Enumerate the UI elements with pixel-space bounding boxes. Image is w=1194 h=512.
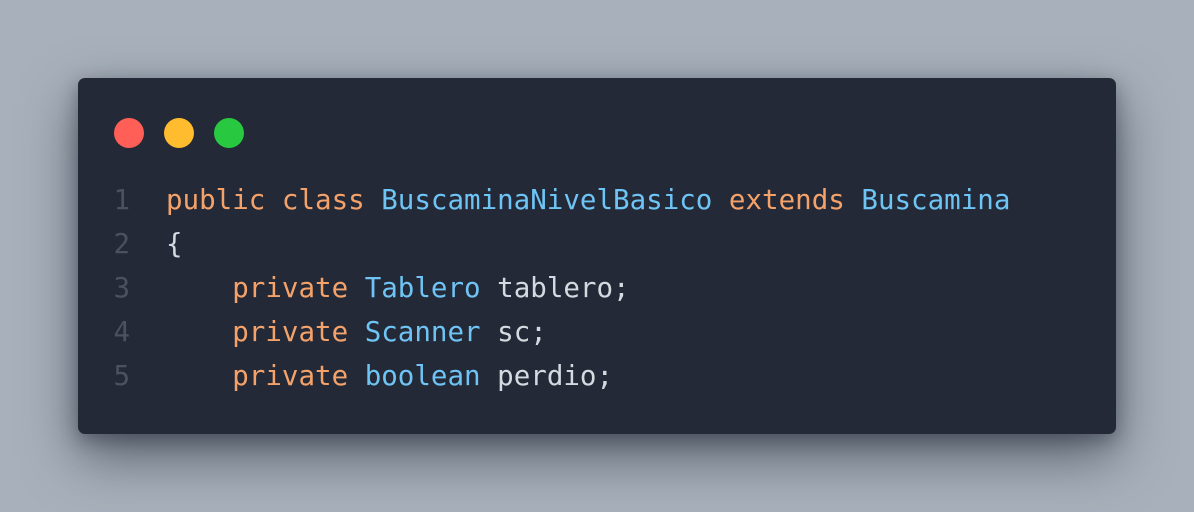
code-line-content: private Scanner sc; — [166, 310, 547, 354]
line-number: 2 — [113, 228, 130, 260]
code-token-keyword: private — [166, 316, 365, 348]
line-number: 3 — [113, 272, 130, 304]
code-line: 2{ — [78, 222, 1116, 266]
code-line-content: private boolean perdio; — [166, 354, 613, 398]
code-line: 4 private Scanner sc; — [78, 310, 1116, 354]
code-token-identifier: { — [166, 228, 183, 260]
code-line: 5 private boolean perdio; — [78, 354, 1116, 398]
code-token-type: Buscamina — [861, 184, 1011, 216]
code-token-keyword: private — [166, 360, 365, 392]
code-token-identifier: perdio; — [480, 360, 614, 392]
line-number: 4 — [113, 316, 130, 348]
minimize-button[interactable] — [164, 118, 194, 148]
code-line: 1 public class BuscaminaNivelBasico exten… — [78, 178, 1116, 222]
code-line-content: public class BuscaminaNivelBasico extend… — [166, 178, 1010, 222]
close-button[interactable] — [114, 118, 144, 148]
code-token-type: BuscaminaNivelBasico — [381, 184, 713, 216]
code-line: 3 private Tablero tablero; — [78, 266, 1116, 310]
code-line-content: { — [166, 222, 183, 266]
code-token-identifier: tablero; — [480, 272, 630, 304]
code-token-type: Tablero — [364, 272, 481, 304]
code-token-keyword: extends — [712, 184, 862, 216]
code-token-keyword: private — [166, 272, 365, 304]
code-line-content: private Tablero tablero; — [166, 266, 630, 310]
code-token-type: boolean — [364, 360, 481, 392]
code-token-keyword: public class — [166, 184, 382, 216]
window-controls — [114, 118, 244, 148]
code-token-type: Scanner — [364, 316, 481, 348]
maximize-button[interactable] — [214, 118, 244, 148]
line-number: 1 — [113, 184, 130, 216]
code-window: 1 public class BuscaminaNivelBasico exten… — [78, 78, 1116, 434]
code-token-identifier: sc; — [480, 316, 547, 348]
line-number: 5 — [113, 360, 130, 392]
code-block: 1 public class BuscaminaNivelBasico exten… — [78, 178, 1116, 398]
